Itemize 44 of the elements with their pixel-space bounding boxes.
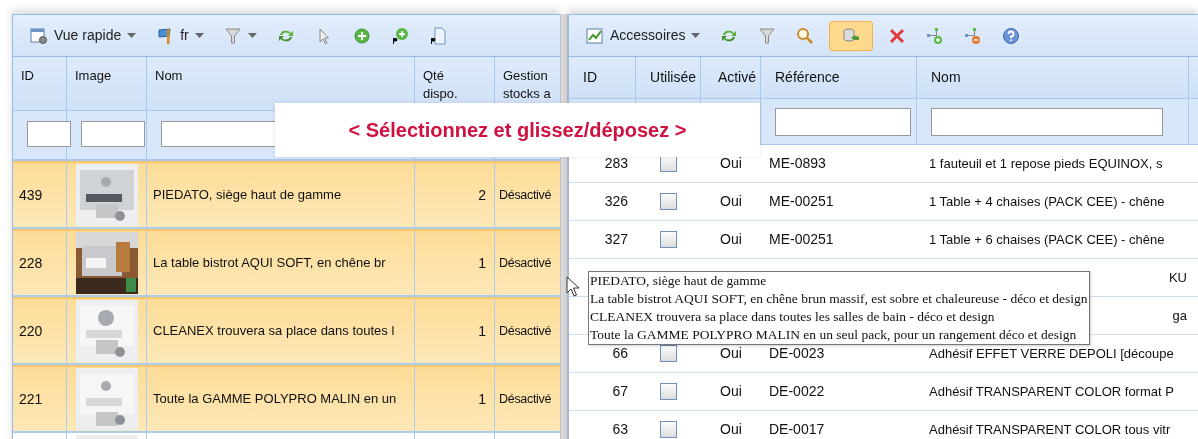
table-cell-text: 63 xyxy=(612,420,628,439)
table-cell-text: ME-00251 xyxy=(769,230,834,249)
table-cell-text: 1 Table + 4 chaises (PACK CEE) - chêne xyxy=(929,192,1165,211)
table-cell-text: DE-0017 xyxy=(769,420,825,439)
table-cell-text: Oui xyxy=(720,420,742,439)
table-cell-text: Désactivé xyxy=(499,322,552,340)
table-cell-text: DE-0022 xyxy=(769,382,825,401)
table-cell-text: Oui xyxy=(720,154,742,173)
table-cell-text: Adhésif TRANSPARENT COLOR format P xyxy=(929,382,1174,401)
table-cell-text: Oui xyxy=(720,230,742,249)
table-cell-text: KU xyxy=(1168,268,1187,287)
table-cell-text: ME-00251 xyxy=(769,192,834,211)
table-cell-text: PIEDATO, siège haut de gamme xyxy=(153,186,342,205)
table-cell-text: Adhésif EFFET VERRE DEPOLI [découpe xyxy=(929,344,1174,363)
table-cell-text: CLEANEX trouvera sa place dans toutes l xyxy=(153,322,395,341)
table-cell-text: Désactivé xyxy=(499,254,552,272)
table-cell-text: Oui xyxy=(720,344,742,363)
table-cell-text: 228 xyxy=(19,253,43,273)
table-cell-text: 2 xyxy=(478,185,486,205)
table-cell-text: 221 xyxy=(19,389,43,409)
table-cell-text: 439 xyxy=(19,185,43,205)
table-cell-text: 1 xyxy=(478,321,486,341)
table-cell-text: Adhésif TRANSPARENT COLOR tous vitr xyxy=(929,420,1171,439)
table-cell-text: DE-0023 xyxy=(769,344,825,363)
table-cell-text: ME-0893 xyxy=(769,154,826,173)
table-cell-text: Désactivé xyxy=(499,390,552,408)
table-cell-text: 1 Table + 6 chaises (PACK CEE) - chêne xyxy=(929,230,1165,249)
table-cell-text: 220 xyxy=(19,321,43,341)
table-cell-text: Oui xyxy=(720,192,742,211)
table-cell-text: 66 xyxy=(612,344,628,363)
table-cell-text: Oui xyxy=(720,382,742,401)
tooltip: PIEDATO, siège haut de gamme La table bistrot AQUI SOFT, en chêne brun massif, est sobre et chaleureuse - déco et design CLEANEX trouvera sa place dans toutes les salles de bain - déco et design Toute la GAMME POLYPRO MALIN en un seul pack, pour un rangement déco et design xyxy=(588,271,1090,345)
table-cell-text: Toute la GAMME POLYPRO MALIN en un xyxy=(153,390,397,409)
drag-hint-tooltip: < Sélectionnez et glissez/déposez > xyxy=(275,103,760,157)
table-cell-text: 1 xyxy=(478,253,486,273)
table-cell-text: 67 xyxy=(612,382,628,401)
table-cell-text: La table bistrot AQUI SOFT, en chêne br xyxy=(153,254,386,273)
table-cell-text: 1 fauteuil et 1 repose pieds EQUINOX, s xyxy=(929,154,1163,173)
table-cell-text: 1 xyxy=(478,389,486,409)
table-cell-text: 326 xyxy=(604,192,628,211)
table-cell-text: 327 xyxy=(604,230,628,249)
table-cell-text: Désactivé xyxy=(499,186,552,204)
table-cell-text: 283 xyxy=(604,154,628,173)
table-cell-text: ga xyxy=(1172,306,1187,325)
